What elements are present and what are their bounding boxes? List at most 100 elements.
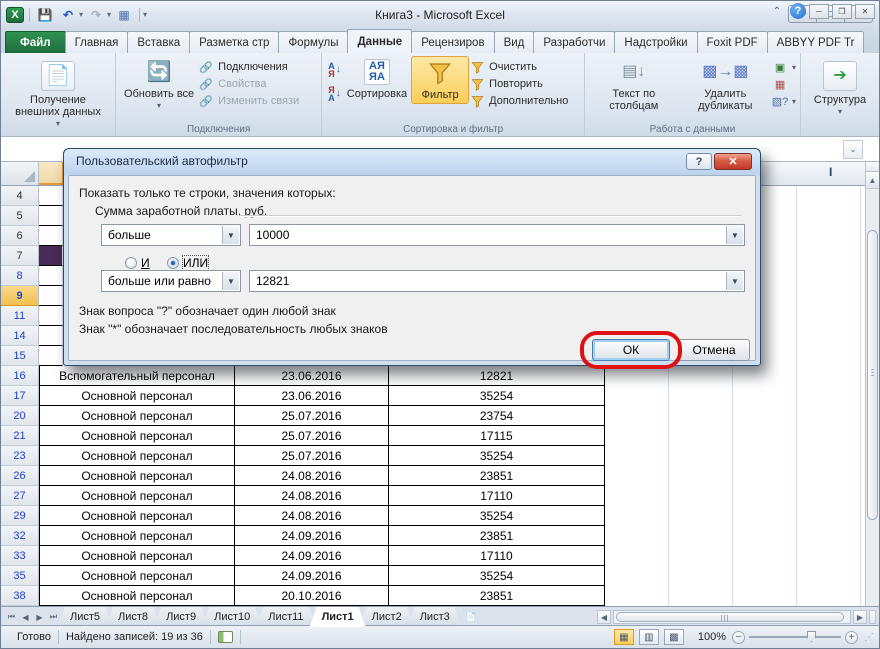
- cell-salary[interactable]: 23851: [389, 526, 605, 546]
- cell-salary[interactable]: 35254: [389, 446, 605, 466]
- cell-salary[interactable]: 23754: [389, 406, 605, 426]
- cell-sliver[interactable]: [39, 286, 63, 306]
- zoom-out-icon[interactable]: −: [732, 631, 745, 644]
- sheet-tab[interactable]: Лист5: [58, 607, 112, 627]
- last-sheet-icon[interactable]: ⏭: [47, 612, 60, 622]
- chevron-down-icon[interactable]: ▼: [726, 226, 743, 244]
- sort-descending-icon[interactable]: ЯА↓: [328, 86, 341, 102]
- ribbon-tab[interactable]: ABBYY PDF Tr: [767, 31, 865, 53]
- cancel-button[interactable]: Отмена: [678, 339, 750, 361]
- filter-button[interactable]: Фильтр: [411, 56, 469, 104]
- cell-salary[interactable]: 35254: [389, 386, 605, 406]
- remove-duplicates-button[interactable]: ▩→▩ Удалить дубликаты: [679, 56, 772, 114]
- cell-sliver[interactable]: [39, 246, 63, 266]
- table-row[interactable]: 26 Основной персонал 24.08.2016 23851: [1, 466, 867, 486]
- cell-personnel[interactable]: Основной персонал: [39, 466, 235, 486]
- scroll-right-icon[interactable]: ▶: [853, 610, 867, 624]
- row-header[interactable]: 7: [1, 246, 39, 266]
- zoom-in-icon[interactable]: +: [845, 631, 858, 644]
- ribbon-tab[interactable]: Разработчи: [533, 31, 615, 53]
- row-header[interactable]: 21: [1, 426, 39, 446]
- cell-sliver[interactable]: [39, 306, 63, 326]
- row-header[interactable]: 14: [1, 326, 39, 346]
- cell-sliver[interactable]: [39, 266, 63, 286]
- cell-date[interactable]: 20.10.2016: [235, 586, 389, 606]
- save-icon[interactable]: 💾: [35, 6, 55, 24]
- row-header[interactable]: 33: [1, 546, 39, 566]
- filter-option-item[interactable]: Повторить: [469, 77, 568, 91]
- cell-date[interactable]: 25.07.2016: [235, 406, 389, 426]
- chevron-down-icon[interactable]: ▼: [222, 226, 239, 244]
- page-layout-view-button[interactable]: ▥: [639, 629, 659, 645]
- resize-grip-icon[interactable]: ⋰: [864, 632, 875, 643]
- normal-view-button[interactable]: ▦: [614, 629, 634, 645]
- row-header[interactable]: 5: [1, 206, 39, 226]
- row-header[interactable]: 17: [1, 386, 39, 406]
- row-header[interactable]: 4: [1, 186, 39, 206]
- cell-personnel[interactable]: Основной персонал: [39, 446, 235, 466]
- radio-and[interactable]: И: [125, 256, 150, 270]
- tab-split-handle[interactable]: [869, 610, 876, 624]
- cell-salary[interactable]: 17115: [389, 426, 605, 446]
- connections-menu-item[interactable]: 🔗 Свойства: [198, 77, 299, 91]
- table-row[interactable]: 17 Основной персонал 23.06.2016 35254: [1, 386, 867, 406]
- horizontal-scrollbar[interactable]: ◀ ▶: [597, 607, 879, 627]
- macro-record-icon[interactable]: [218, 631, 233, 643]
- filter-option-item[interactable]: Очистить: [469, 60, 568, 74]
- row-header[interactable]: 20: [1, 406, 39, 426]
- workbook-restore-button[interactable]: ❐: [832, 4, 852, 19]
- collapse-ribbon-icon[interactable]: ⌃: [768, 3, 786, 19]
- ok-button[interactable]: ОК: [592, 339, 670, 361]
- cell-salary[interactable]: 23851: [389, 466, 605, 486]
- workbook-close-button[interactable]: ✕: [855, 4, 875, 19]
- table-row[interactable]: 29 Основной персонал 24.08.2016 35254: [1, 506, 867, 526]
- cell-personnel[interactable]: Вспомогательный персонал: [39, 366, 235, 386]
- split-handle[interactable]: [866, 162, 879, 172]
- scroll-up-icon[interactable]: ▲: [866, 172, 879, 189]
- cell-personnel[interactable]: Основной персонал: [39, 566, 235, 586]
- cell-personnel[interactable]: Основной персонал: [39, 406, 235, 426]
- row-header[interactable]: 16: [1, 366, 39, 386]
- ribbon-tab[interactable]: Данные: [347, 29, 412, 53]
- scroll-left-icon[interactable]: ◀: [597, 610, 611, 624]
- cell-date[interactable]: 23.06.2016: [235, 386, 389, 406]
- cell-salary[interactable]: 23851: [389, 586, 605, 606]
- ribbon-tab[interactable]: Foxit PDF: [697, 31, 768, 53]
- cell-date[interactable]: 25.07.2016: [235, 426, 389, 446]
- table-row[interactable]: 27 Основной персонал 24.08.2016 17110: [1, 486, 867, 506]
- cell-personnel[interactable]: Основной персонал: [39, 386, 235, 406]
- ribbon-tab[interactable]: Вставка: [127, 31, 190, 53]
- column-header-I[interactable]: I: [829, 165, 832, 179]
- table-row[interactable]: 23 Основной персонал 25.07.2016 35254: [1, 446, 867, 466]
- prev-sheet-icon[interactable]: ◀: [19, 613, 32, 622]
- sheet-tab[interactable]: Лист3: [408, 607, 462, 627]
- insert-sheet-icon[interactable]: 📄: [462, 607, 480, 627]
- ribbon-tab[interactable]: Разметка стр: [189, 31, 279, 53]
- sheet-tab[interactable]: Лист11: [256, 607, 315, 627]
- radio-or[interactable]: ИЛИ: [167, 256, 208, 270]
- active-column-header[interactable]: [39, 162, 63, 185]
- sort-button[interactable]: АЯЯА Сортировка: [343, 56, 411, 102]
- sheet-tab[interactable]: Лист2: [360, 607, 414, 627]
- horizontal-scroll-track[interactable]: [613, 610, 851, 624]
- cell-personnel[interactable]: Основной персонал: [39, 586, 235, 606]
- condition1-select[interactable]: больше ▼: [101, 224, 241, 246]
- customize-qat-icon[interactable]: ▾: [143, 10, 147, 19]
- consolidate-button[interactable]: ▦: [772, 77, 796, 91]
- filter-option-item[interactable]: Дополнительно: [469, 94, 568, 108]
- vertical-scrollbar[interactable]: ▲: [865, 162, 879, 606]
- ribbon-tab[interactable]: Файл: [5, 31, 66, 53]
- cell-personnel[interactable]: Основной персонал: [39, 546, 235, 566]
- value1-combobox[interactable]: 10000 ▼: [249, 224, 745, 246]
- cell-personnel[interactable]: Основной персонал: [39, 486, 235, 506]
- data-validation-button[interactable]: ▣▾: [772, 60, 796, 74]
- cell-date[interactable]: 24.08.2016: [235, 466, 389, 486]
- dialog-help-icon[interactable]: ?: [686, 153, 712, 170]
- datasheet-icon[interactable]: ▦: [114, 6, 134, 24]
- formula-bar-expand-icon[interactable]: ⌄: [843, 140, 863, 159]
- row-header[interactable]: 26: [1, 466, 39, 486]
- chevron-down-icon[interactable]: ▼: [726, 272, 743, 290]
- undo-dropdown-icon[interactable]: ▾: [79, 10, 83, 19]
- first-sheet-icon[interactable]: ⏮: [5, 612, 18, 622]
- row-header[interactable]: 8: [1, 266, 39, 286]
